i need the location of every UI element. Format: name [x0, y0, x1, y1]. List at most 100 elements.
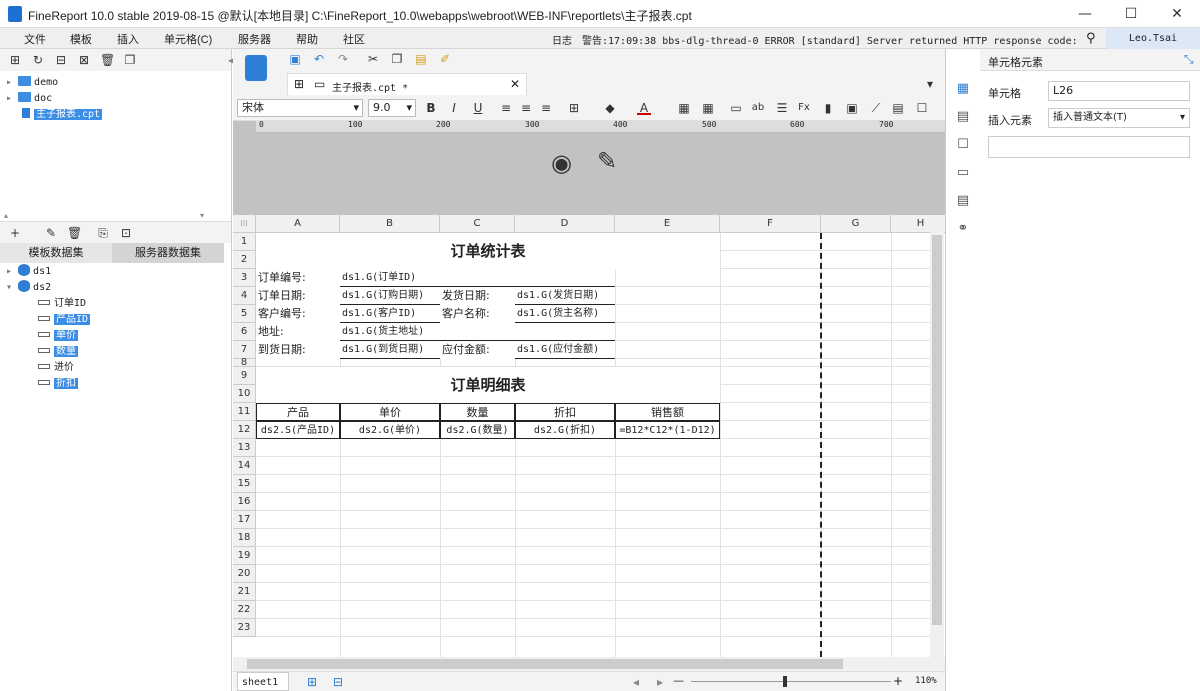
- sheet-tab[interactable]: sheet1: [237, 672, 289, 691]
- detail-header-cell[interactable]: 折扣: [515, 403, 615, 421]
- tab-menu-icon[interactable]: ▾: [923, 77, 937, 91]
- column-header-a[interactable]: A: [256, 215, 340, 233]
- row-header[interactable]: 9: [233, 367, 256, 385]
- font-select[interactable]: 宋体 ▾: [237, 99, 363, 117]
- lock-icon[interactable]: ⊠: [77, 53, 91, 67]
- column-header-e[interactable]: E: [615, 215, 720, 233]
- row-header[interactable]: 23: [233, 619, 256, 637]
- zoom-slider-handle[interactable]: [783, 676, 787, 687]
- field-item[interactable]: 订单ID: [38, 296, 86, 312]
- copy-icon[interactable]: ❐: [123, 53, 137, 67]
- row-header[interactable]: 22: [233, 601, 256, 619]
- underline-icon[interactable]: U: [471, 101, 485, 115]
- row-header[interactable]: 11: [233, 403, 256, 421]
- align-center-icon[interactable]: ≡: [519, 101, 533, 115]
- spreadsheet-grid[interactable]: ⁝⁝⁝ A B C D E F G H 1 2 3 4 5 6 7 8 9 10 11 12 13 14 15 16 17 18 1…: [233, 215, 951, 657]
- close-tab-icon[interactable]: ✕: [510, 77, 520, 91]
- row-header[interactable]: 2: [233, 251, 256, 269]
- row-header[interactable]: 6: [233, 323, 256, 341]
- add-sheet-icon[interactable]: ⊞: [305, 675, 319, 689]
- column-header-b[interactable]: B: [340, 215, 440, 233]
- delete-icon[interactable]: 🗑: [100, 53, 115, 67]
- merge-icon[interactable]: ▦: [677, 101, 691, 115]
- row-header[interactable]: 19: [233, 547, 256, 565]
- label-cell[interactable]: 到货日期:: [256, 341, 340, 359]
- edit-icon[interactable]: ✎: [44, 226, 58, 240]
- cell-attribute-icon[interactable]: ▤: [954, 109, 972, 125]
- preview-button[interactable]: [245, 55, 267, 81]
- refresh-icon[interactable]: ↻: [31, 53, 45, 67]
- more-insert-icon[interactable]: ☐: [915, 101, 929, 115]
- row-header[interactable]: 14: [233, 457, 256, 475]
- save-icon[interactable]: ▣: [288, 52, 302, 66]
- row-header[interactable]: 17: [233, 511, 256, 529]
- data-cell[interactable]: ds1.G(货主地址): [340, 323, 615, 341]
- row-header[interactable]: 20: [233, 565, 256, 583]
- row-header[interactable]: 1: [233, 233, 256, 251]
- menu-cell[interactable]: 单元格(C): [164, 31, 212, 47]
- vertical-scrollbar[interactable]: [930, 215, 944, 657]
- detail-title-cell[interactable]: 订单明细表: [256, 367, 720, 403]
- column-header-c[interactable]: C: [440, 215, 515, 233]
- next-sheet-icon[interactable]: ▸: [653, 675, 667, 689]
- close-button[interactable]: ✕: [1154, 0, 1200, 28]
- detail-value-cell[interactable]: ds2.G(单价): [340, 421, 440, 439]
- splitter[interactable]: ▴ ▾: [0, 211, 231, 221]
- data-cell[interactable]: ds1.G(发货日期): [515, 287, 615, 305]
- maximize-button[interactable]: ☐: [1108, 0, 1154, 28]
- row-header[interactable]: 12: [233, 421, 256, 439]
- cut-icon[interactable]: ✂: [366, 52, 380, 66]
- dataset-ds1[interactable]: ▸ ds1: [6, 264, 51, 280]
- row-header[interactable]: 16: [233, 493, 256, 511]
- copy-cell-icon[interactable]: ❐: [390, 52, 404, 66]
- detail-value-cell[interactable]: ds2.G(折扣): [515, 421, 615, 439]
- cell-field[interactable]: L26: [1048, 81, 1190, 101]
- detail-header-cell[interactable]: 产品: [256, 403, 340, 421]
- show-icon[interactable]: ⊟: [54, 53, 68, 67]
- insert-line-icon[interactable]: ▭: [729, 101, 743, 115]
- row-header[interactable]: 18: [233, 529, 256, 547]
- data-cell[interactable]: ds1.G(订购日期): [340, 287, 440, 305]
- insert-text-icon[interactable]: ab: [751, 101, 765, 115]
- chart-icon[interactable]: ▮: [821, 101, 835, 115]
- tab-template-dataset[interactable]: 模板数据集: [0, 243, 112, 263]
- column-header-f[interactable]: F: [720, 215, 821, 233]
- log-message[interactable]: 警告:17:09:38 bbs-dlg-thread-0 ERROR [stan…: [582, 32, 1082, 47]
- row-header[interactable]: 10: [233, 385, 256, 403]
- detail-header-cell[interactable]: 数量: [440, 403, 515, 421]
- detail-header-cell[interactable]: 销售额: [615, 403, 720, 421]
- condition-icon[interactable]: ▤: [954, 193, 972, 209]
- data-cell[interactable]: ds1.G(客户ID): [340, 305, 440, 323]
- hyperlink-icon[interactable]: ⚭: [954, 221, 972, 237]
- paste-icon[interactable]: ▤: [414, 52, 428, 66]
- select-all-corner[interactable]: ⁝⁝⁝: [233, 215, 256, 233]
- font-color-icon[interactable]: A: [637, 101, 651, 115]
- row-header[interactable]: 15: [233, 475, 256, 493]
- tree-item-demo[interactable]: ▸ demo: [6, 75, 58, 91]
- row-header[interactable]: 3: [233, 269, 256, 287]
- element-value-input[interactable]: [988, 136, 1190, 158]
- label-cell[interactable]: 应付金额:: [440, 341, 515, 359]
- data-cell[interactable]: ds1.G(到货日期): [340, 341, 440, 359]
- menu-file[interactable]: 文件: [24, 31, 46, 47]
- detail-value-cell[interactable]: ds2.S(产品ID): [256, 421, 340, 439]
- border-icon[interactable]: ⊞: [567, 101, 581, 115]
- user-name[interactable]: Leo.Tsai: [1106, 28, 1200, 49]
- row-header[interactable]: 8: [233, 358, 256, 368]
- menu-insert[interactable]: 插入: [117, 31, 139, 47]
- delete-dataset-icon[interactable]: 🗑: [67, 226, 82, 240]
- formula-icon[interactable]: Fx: [797, 101, 811, 115]
- bold-icon[interactable]: B: [424, 101, 438, 115]
- format-brush-icon[interactable]: ✐: [438, 52, 452, 66]
- fill-color-icon[interactable]: ◆: [603, 101, 617, 115]
- slash-icon[interactable]: ⟋: [869, 101, 883, 115]
- redo-icon[interactable]: ↷: [336, 52, 350, 66]
- zoom-out-button[interactable]: —: [673, 674, 684, 687]
- field-item[interactable]: 折扣: [38, 376, 78, 392]
- field-item[interactable]: 进价: [38, 360, 74, 376]
- zoom-in-button[interactable]: +: [893, 674, 903, 688]
- field-item[interactable]: 数量: [38, 344, 78, 360]
- label-cell[interactable]: 地址:: [256, 323, 340, 341]
- horizontal-scrollbar[interactable]: [233, 657, 945, 671]
- add-poly-sheet-icon[interactable]: ⊟: [331, 675, 345, 689]
